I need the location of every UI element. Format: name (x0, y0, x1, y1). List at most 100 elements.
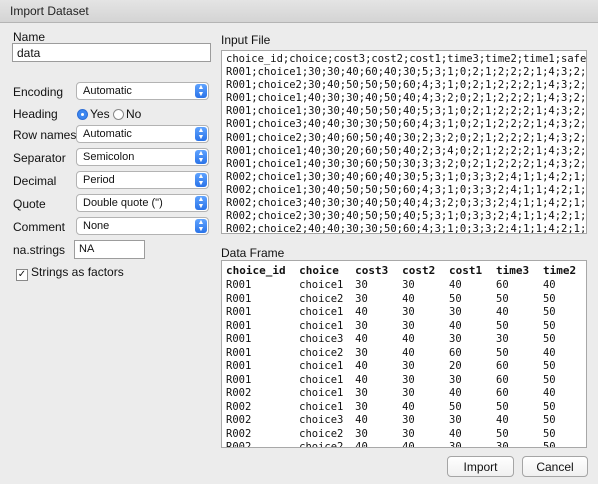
table-cell: choice2 (299, 441, 344, 448)
table-cell: choice1 (299, 400, 344, 413)
heading-label: Heading (13, 107, 58, 121)
table-cell: 30 (449, 414, 462, 426)
table-cell: 50 (496, 400, 509, 413)
table-cell: 30 (449, 306, 462, 318)
table-cell: choice1 (299, 319, 344, 332)
input-file-line: R002;choice1;30;40;50;50;50;60;4;3;1;0;3… (226, 183, 587, 196)
chevron-updown-icon: ▲ ▼ (195, 127, 207, 141)
input-file-preview[interactable]: choice_id;choice;cost3;cost2;cost1;time3… (221, 50, 587, 234)
input-file-line: R002;choice2;30;30;40;50;50;40;5;3;1;0;3… (226, 210, 587, 223)
table-cell: 20 (449, 360, 462, 372)
input-file-line: choice_id;choice;cost3;cost2;cost1;time3… (226, 53, 587, 65)
table-cell: 30 (402, 387, 415, 399)
input-file-line: R001;choice2;30;40;50;50;50;60;4;3;1;0;2… (226, 79, 587, 92)
table-cell: choice2 (299, 427, 344, 440)
title-bar: Import Dataset (0, 0, 598, 23)
table-row: R001 choice2 30 40 60 50 40 (222, 347, 586, 361)
decimal-select[interactable]: Period ▲ ▼ (76, 171, 209, 189)
input-file-label: Input File (221, 33, 271, 47)
table-cell: 50 (542, 360, 556, 372)
table-cell: 30 (449, 373, 462, 386)
table-cell: 30 (402, 360, 415, 372)
table-row: R001 choice1 40 30 30 40 50 (222, 306, 586, 320)
table-row: R002 choice1 30 40 50 50 50 (222, 401, 586, 415)
decimal-value: Period (83, 174, 115, 186)
table-cell: 30 (402, 319, 415, 332)
table-row: R002 choice3 40 30 30 40 50 (222, 414, 586, 428)
table-cell: R001 (226, 360, 252, 372)
chevron-updown-icon: ▲ ▼ (195, 196, 207, 210)
quote-value: Double quote (") (83, 197, 163, 209)
table-cell: choice1 (299, 306, 344, 318)
table-cell: 40 (402, 292, 415, 305)
radio-selected-icon (77, 109, 88, 120)
name-input[interactable]: data (12, 43, 211, 62)
table-cell: 40 (402, 400, 415, 413)
table-cell: choice1 (299, 279, 344, 291)
row-names-value: Automatic (83, 128, 132, 140)
na-strings-input[interactable]: NA (74, 240, 145, 259)
data-frame-label: Data Frame (221, 246, 285, 260)
table-cell: 40 (542, 387, 556, 399)
data-frame-preview[interactable]: choice_id choice cost3 cost2 cost1 time3 time2… (221, 260, 587, 448)
table-row: R001 choice1 30 30 40 50 50 (222, 320, 586, 334)
table-cell: 50 (496, 292, 509, 305)
table-cell: 40 (449, 427, 462, 440)
na-strings-label: na.strings (13, 243, 66, 257)
separator-label: Separator (13, 151, 66, 165)
table-cell: 50 (542, 427, 556, 440)
table-cell: choice1 (299, 373, 344, 386)
table-row: R002 choice2 30 30 40 50 50 (222, 428, 586, 442)
table-cell: 30 (355, 319, 368, 332)
strings-as-factors-checkbox[interactable]: ✓ Strings as factors (16, 265, 124, 281)
table-cell: 30 (355, 292, 368, 305)
column-header: time3 (496, 264, 530, 277)
table-cell: 50 (542, 441, 556, 448)
chevron-updown-icon: ▲ ▼ (195, 150, 207, 164)
table-cell: 50 (449, 400, 462, 413)
comment-select[interactable]: None ▲ ▼ (76, 217, 209, 235)
table-row: R001 choice1 40 30 20 60 50 (222, 360, 586, 374)
input-file-text: choice_id;choice;cost3;cost2;cost1;time3… (222, 51, 587, 233)
table-cell: 60 (496, 360, 509, 372)
table-cell: 40 (355, 333, 368, 345)
table-cell: 40 (402, 333, 415, 345)
heading-no-radio[interactable]: No (113, 107, 141, 121)
table-cell: R002 (226, 400, 252, 413)
table-cell: 50 (496, 346, 509, 359)
input-file-line: R001;choice1;40;30;30;40;50;40;4;3;2;0;2… (226, 92, 587, 105)
encoding-label: Encoding (13, 85, 64, 99)
table-cell: R001 (226, 346, 252, 359)
chevron-updown-icon: ▲ ▼ (195, 219, 207, 233)
encoding-select[interactable]: Automatic ▲ ▼ (76, 82, 209, 100)
row-names-select[interactable]: Automatic ▲ ▼ (76, 125, 209, 143)
table-cell: R002 (226, 387, 252, 399)
table-cell: 40 (355, 373, 368, 386)
table-cell: 50 (542, 414, 556, 426)
table-cell: 40 (355, 306, 368, 318)
table-row: R001 choice2 30 40 50 50 50 (222, 293, 586, 307)
table-cell: 50 (496, 427, 509, 440)
row-names-label: Row names (13, 128, 77, 142)
table-cell: R001 (226, 373, 252, 386)
table-cell: 50 (496, 319, 509, 332)
cancel-button[interactable]: Cancel (522, 456, 588, 477)
table-cell: R002 (226, 441, 252, 448)
table-cell: 60 (496, 373, 509, 386)
table-cell: 50 (542, 400, 556, 413)
table-row: R001 choice1 40 30 30 60 50 (222, 374, 586, 388)
table-cell: 40 (542, 346, 556, 359)
heading-yes-radio[interactable]: Yes (77, 107, 110, 121)
table-cell: R001 (226, 333, 252, 345)
table-cell: choice3 (299, 414, 344, 426)
import-button[interactable]: Import (447, 456, 514, 477)
chevron-updown-icon: ▲ ▼ (195, 173, 207, 187)
quote-select[interactable]: Double quote (") ▲ ▼ (76, 194, 209, 212)
table-row: R001 choice3 40 40 30 30 50 (222, 333, 586, 347)
table-cell: 60 (496, 279, 509, 291)
table-cell: 40 (449, 319, 462, 332)
checkmark-icon: ✓ (16, 269, 28, 281)
radio-unselected-icon (113, 109, 124, 120)
separator-select[interactable]: Semicolon ▲ ▼ (76, 148, 209, 166)
table-cell: 50 (449, 292, 462, 305)
